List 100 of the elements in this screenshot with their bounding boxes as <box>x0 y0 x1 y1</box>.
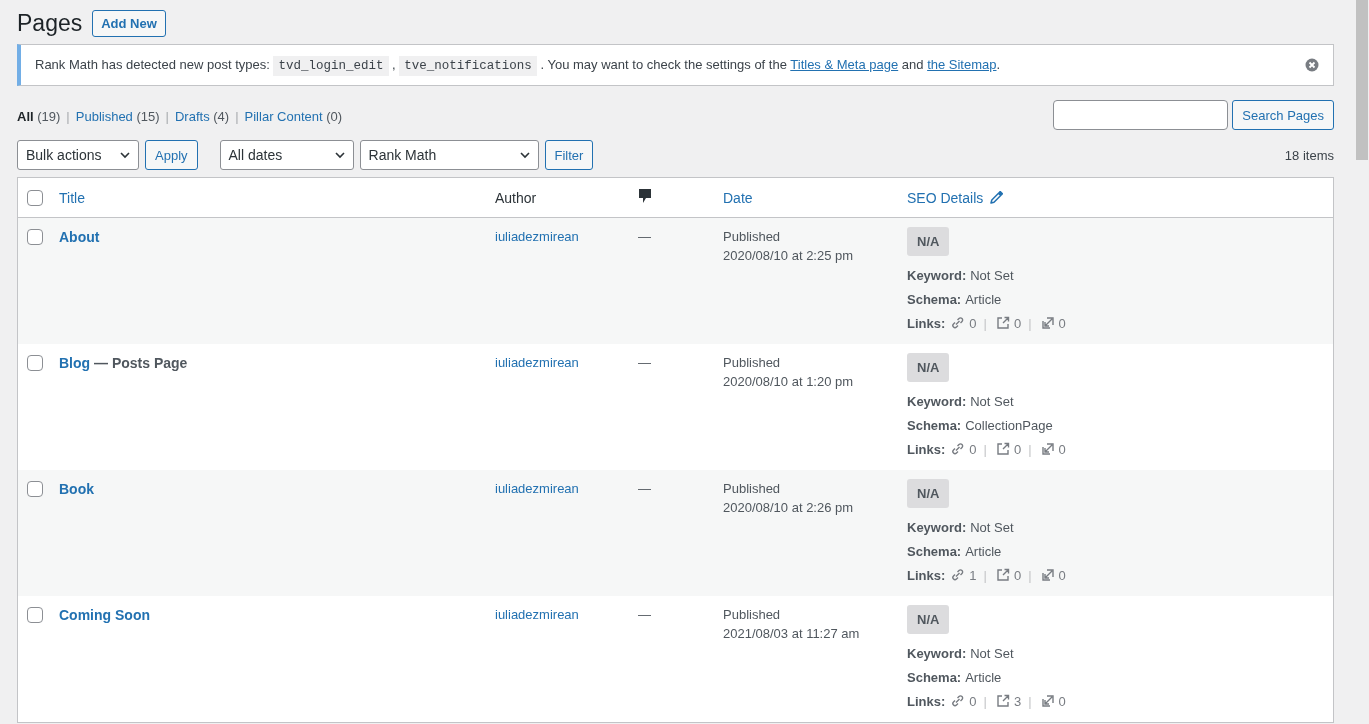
filter-button[interactable]: Filter <box>544 140 594 170</box>
link-icon <box>951 568 966 582</box>
pencil-icon <box>989 190 1004 205</box>
external-link-icon <box>995 694 1010 708</box>
separator: | <box>983 693 987 709</box>
external-links-count: 0 <box>1013 567 1022 583</box>
seo-filter-dropdown[interactable]: Rank Math <box>359 140 539 170</box>
schema-label: Schema: <box>907 669 962 685</box>
page-title-link[interactable]: Coming Soon <box>59 607 150 623</box>
row-checkbox[interactable] <box>26 481 43 497</box>
incoming-link-icon <box>1040 694 1055 708</box>
keyword-value: Not Set <box>970 267 1014 283</box>
separator: | <box>1028 441 1032 457</box>
separator: | <box>1028 567 1032 583</box>
author-link[interactable]: iuliadezmirean <box>495 607 579 622</box>
incoming-links-count: 0 <box>1058 567 1066 583</box>
separator: | <box>165 109 169 124</box>
row-checkbox[interactable] <box>26 229 43 245</box>
comment-bubble-icon <box>638 188 652 204</box>
keyword-value: Not Set <box>970 645 1014 661</box>
bulk-actions-dropdown[interactable]: Bulk actions <box>17 140 139 170</box>
apply-button[interactable]: Apply <box>145 140 198 170</box>
filter-link[interactable]: Pillar Content (0) <box>244 109 343 124</box>
author-link[interactable]: iuliadezmirean <box>495 229 579 244</box>
item-count: 18 items <box>1284 147 1334 163</box>
incoming-links-count: 0 <box>1058 441 1066 457</box>
post-date: 2020/08/10 at 1:20 pm <box>723 374 855 389</box>
post-state: — Posts Page <box>93 355 188 371</box>
search-button[interactable]: Search Pages <box>1232 100 1334 130</box>
separator: | <box>983 441 987 457</box>
separator: | <box>235 109 239 124</box>
schema-value: Article <box>965 291 1002 307</box>
post-date: 2020/08/10 at 2:26 pm <box>723 500 855 515</box>
date-filter-dropdown[interactable]: All dates <box>219 140 354 170</box>
link-icon <box>951 442 966 456</box>
comment-count: — <box>638 481 651 496</box>
author-column-header: Author <box>495 189 537 206</box>
post-date: 2020/08/10 at 2:25 pm <box>723 248 855 263</box>
filter-link[interactable]: All (19) <box>17 109 61 124</box>
schema-label: Schema: <box>907 543 962 559</box>
external-links-count: 3 <box>1013 693 1022 709</box>
seo-score: N/A <box>907 227 950 256</box>
keyword-label: Keyword: <box>907 519 967 535</box>
external-links-count: 0 <box>1013 441 1022 457</box>
comment-count: — <box>638 355 651 370</box>
schema-value: CollectionPage <box>965 417 1053 433</box>
date-column-header[interactable]: Date <box>723 189 753 206</box>
author-link[interactable]: iuliadezmirean <box>495 355 579 370</box>
author-link[interactable]: iuliadezmirean <box>495 481 579 496</box>
incoming-links-count: 0 <box>1058 693 1066 709</box>
keyword-value: Not Set <box>970 393 1014 409</box>
keyword-label: Keyword: <box>907 393 967 409</box>
search-field[interactable] <box>1053 100 1229 130</box>
add-new-button[interactable]: Add New <box>92 9 166 37</box>
separator: | <box>1028 693 1032 709</box>
links-label: Links: <box>907 441 946 457</box>
seo-details-column-header[interactable]: SEO Details <box>907 189 984 206</box>
internal-links-count: 0 <box>969 315 977 331</box>
seo-score: N/A <box>907 479 950 508</box>
page-title-link[interactable]: Book <box>59 481 94 497</box>
post-status: Published <box>723 229 782 244</box>
notice-link[interactable]: the Sitemap <box>927 57 997 72</box>
incoming-link-icon <box>1040 568 1055 582</box>
select-all-checkbox[interactable] <box>26 189 43 206</box>
schema-value: Article <box>965 669 1002 685</box>
link-icon <box>951 694 966 708</box>
filter-link[interactable]: Drafts (4) <box>175 109 230 124</box>
notice-text: Rank Math has detected new post types: tvd_login_edit , tve_notifications . You may want to check the settings of the Titles & Meta page and the Sitemap. <box>35 57 1001 73</box>
close-icon <box>1305 58 1319 72</box>
page-title-link[interactable]: About <box>59 229 100 245</box>
separator: | <box>1028 315 1032 331</box>
caret-icon <box>517 149 532 161</box>
post-date: 2021/08/03 at 11:27 am <box>723 626 861 641</box>
internal-links-count: 0 <box>969 693 977 709</box>
separator: | <box>983 567 987 583</box>
title-column-header[interactable]: Title <box>59 189 85 206</box>
incoming-links-count: 0 <box>1058 315 1066 331</box>
incoming-link-icon <box>1040 316 1055 330</box>
keyword-value: Not Set <box>970 519 1014 535</box>
page-title-link[interactable]: Blog <box>59 355 91 371</box>
links-label: Links: <box>907 315 946 331</box>
schema-value: Article <box>965 543 1002 559</box>
comment-count: — <box>638 229 651 244</box>
external-link-icon <box>995 442 1010 456</box>
internal-links-count: 1 <box>969 567 977 583</box>
seo-score: N/A <box>907 605 950 634</box>
post-status: Published <box>723 607 782 622</box>
external-links-count: 0 <box>1013 315 1022 331</box>
links-label: Links: <box>907 693 946 709</box>
row-checkbox[interactable] <box>26 607 43 623</box>
external-link-icon <box>995 316 1010 330</box>
caret-icon <box>118 149 132 161</box>
link-icon <box>951 316 966 330</box>
keyword-label: Keyword: <box>907 267 967 283</box>
incoming-link-icon <box>1040 442 1055 456</box>
row-checkbox[interactable] <box>26 355 43 371</box>
external-link-icon <box>995 568 1010 582</box>
filter-link[interactable]: Published (15) <box>75 109 160 124</box>
notice-link[interactable]: Titles & Meta page <box>790 57 899 72</box>
internal-links-count: 0 <box>969 441 977 457</box>
